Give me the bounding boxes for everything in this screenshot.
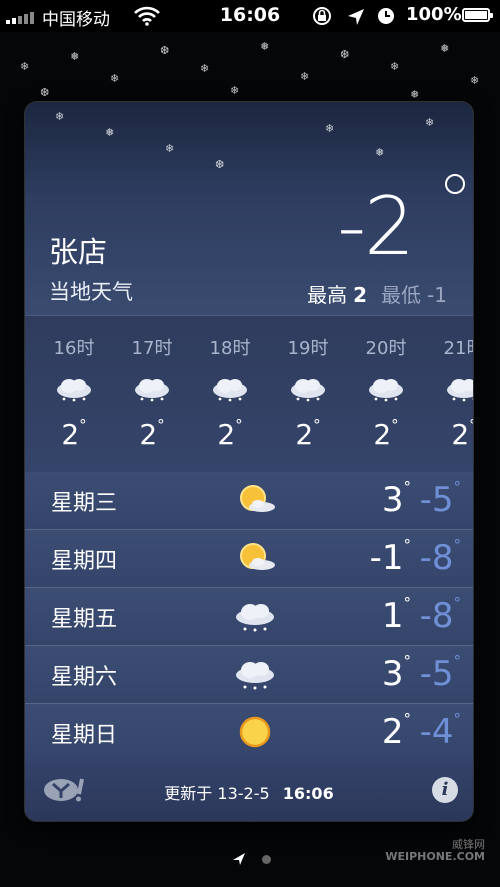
sun-icon xyxy=(239,716,271,748)
degree-symbol: ° xyxy=(403,478,412,496)
degree-symbol: ° xyxy=(403,652,412,670)
high-low: 最高 2 最低 -1 xyxy=(307,279,447,308)
degree-symbol: ° xyxy=(453,594,462,612)
alarm-icon xyxy=(378,8,394,24)
hour-label: 18时 xyxy=(209,338,251,359)
location-arrow-icon xyxy=(233,853,245,865)
hourly-forecast[interactable]: 16时 2° 17时 2° 18时 2° 19时 2° 20时 2° 21时 2… xyxy=(25,315,473,473)
partly-sunny-icon xyxy=(240,543,275,570)
hour-temp: 2 xyxy=(139,418,158,451)
watermark: 威锋网 WEIPHONE.COM xyxy=(345,836,485,866)
daily-row: 星期四 -1° -8° xyxy=(25,530,473,588)
hour-label: 21时 xyxy=(443,338,473,359)
day-name: 星期五 xyxy=(51,607,118,632)
rotation-lock-icon xyxy=(313,7,331,25)
weather-card: ❄ ❅ ❄ ❆ ❄ ❅ ❄ 张店 当地天气 -2 最高 2 最低 -1 16时 2° … xyxy=(25,102,473,821)
weather-header: ❄ ❅ ❄ ❆ ❄ ❅ ❄ 张店 当地天气 -2 最高 2 最低 -1 xyxy=(25,102,473,315)
day-low-temp: -5 xyxy=(419,480,454,520)
degree-symbol: ° xyxy=(79,416,87,434)
updated-label: 更新于 xyxy=(164,784,213,803)
degree-symbol: ° xyxy=(313,416,321,434)
page-dot[interactable] xyxy=(262,855,271,864)
day-name: 星期四 xyxy=(51,549,118,574)
hour-label: 17时 xyxy=(131,338,173,359)
watermark-line-2: WEIPHONE.COM xyxy=(385,850,485,863)
hour-temp: 2 xyxy=(451,418,470,451)
degree-symbol: ° xyxy=(469,416,473,434)
degree-symbol: ° xyxy=(453,536,462,554)
high-label: 最高 xyxy=(307,283,348,307)
location-subtitle: 当地天气 xyxy=(49,280,133,304)
degree-symbol: ° xyxy=(453,652,462,670)
hour-label: 16时 xyxy=(53,338,95,359)
day-name: 星期六 xyxy=(51,665,118,690)
cloudy-snow-icon xyxy=(447,379,473,402)
day-name: 星期三 xyxy=(51,491,118,516)
degree-symbol: ° xyxy=(235,416,243,434)
daily-row: 星期六 3° -5° xyxy=(25,646,473,704)
weather-footer: 更新于 13-2-5 16:06 i xyxy=(25,761,473,821)
day-high-temp: 3 xyxy=(381,480,404,520)
low-value: -1 xyxy=(427,283,447,307)
day-high-temp: -1 xyxy=(369,538,404,578)
high-value: 2 xyxy=(353,283,368,307)
hour-temp: 2 xyxy=(373,418,392,451)
cloudy-snow-icon xyxy=(135,379,169,402)
day-low-temp: -8 xyxy=(419,596,454,636)
current-temperature: -2 xyxy=(337,180,415,273)
day-low-temp: -4 xyxy=(419,712,454,752)
info-icon[interactable]: i xyxy=(432,777,458,803)
updated-time: 16:06 xyxy=(282,784,334,803)
day-low-temp: -5 xyxy=(419,654,454,694)
hour-temp: 2 xyxy=(295,418,314,451)
partly-sunny-icon xyxy=(240,485,275,512)
cloudy-snow-icon xyxy=(236,662,274,690)
cloudy-snow-icon xyxy=(213,379,247,402)
hour-temp: 2 xyxy=(61,418,80,451)
degree-symbol: ° xyxy=(391,416,399,434)
status-bar: 中国移动 16:06 100% xyxy=(0,0,500,32)
day-name: 星期日 xyxy=(51,723,118,748)
hour-temp: 2 xyxy=(217,418,236,451)
updated-date: 13-2-5 xyxy=(217,784,270,803)
cloudy-snow-icon xyxy=(57,379,91,402)
last-updated: 更新于 13-2-5 16:06 xyxy=(25,780,473,804)
cloudy-snow-icon xyxy=(291,379,325,402)
hour-label: 20时 xyxy=(365,338,407,359)
daily-row: 星期三 3° -5° xyxy=(25,472,473,530)
cloudy-snow-icon xyxy=(236,604,274,632)
low-label: 最低 xyxy=(381,283,422,307)
degree-icon xyxy=(445,174,465,194)
day-high-temp: 1 xyxy=(381,596,404,636)
cloudy-snow-icon xyxy=(369,379,403,402)
degree-symbol: ° xyxy=(157,416,165,434)
degree-symbol: ° xyxy=(453,710,462,728)
day-low-temp: -8 xyxy=(419,538,454,578)
degree-symbol: ° xyxy=(453,478,462,496)
daily-row: 星期五 1° -8° xyxy=(25,588,473,646)
daily-row: 星期日 2° -4° xyxy=(25,704,473,762)
battery-icon xyxy=(462,8,493,22)
degree-symbol: ° xyxy=(403,594,412,612)
day-high-temp: 3 xyxy=(381,654,404,694)
degree-symbol: ° xyxy=(403,536,412,554)
degree-symbol: ° xyxy=(403,710,412,728)
day-high-temp: 2 xyxy=(381,712,404,752)
battery-percentage: 100% xyxy=(406,4,462,25)
city-name: 张店 xyxy=(49,235,108,269)
status-icons xyxy=(313,7,394,25)
hour-label: 19时 xyxy=(287,338,329,359)
location-arrow-icon xyxy=(348,9,364,25)
